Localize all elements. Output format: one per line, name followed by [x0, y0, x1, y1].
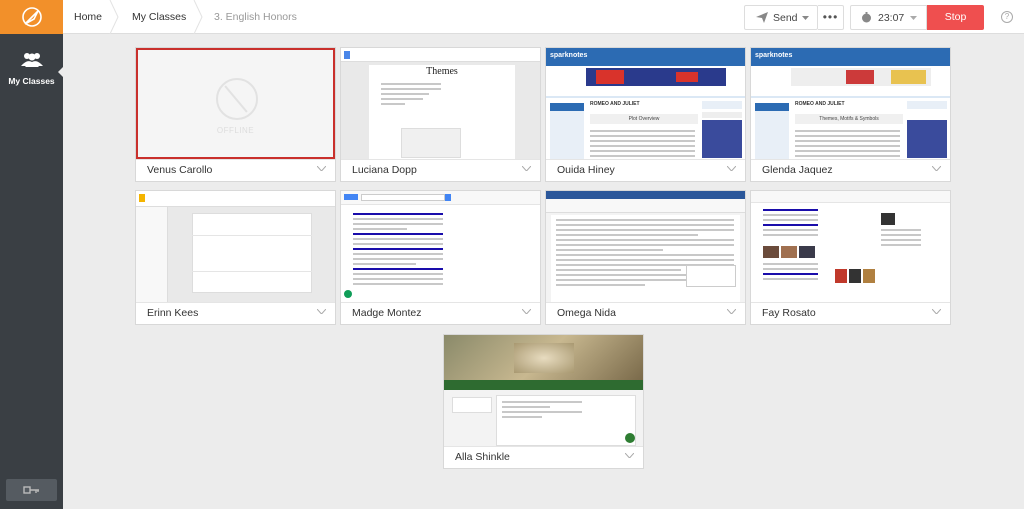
- app-logo[interactable]: [0, 0, 63, 34]
- site-logo: sparknotes: [755, 52, 793, 59]
- breadcrumb-current-class: 3. English Honors: [214, 11, 297, 23]
- timer-icon: [862, 12, 871, 23]
- chevron-down-icon[interactable]: [932, 166, 941, 171]
- offline-status: OFFLINE: [216, 126, 255, 135]
- help-icon[interactable]: ?: [1001, 11, 1013, 23]
- student-tile[interactable]: Erinn Kees: [135, 190, 336, 325]
- page-subtitle: Themes, Motifs & Symbols: [795, 114, 903, 124]
- send-label: Send: [773, 11, 798, 24]
- student-name: Alla Shinkle: [455, 451, 510, 463]
- chevron-down-icon[interactable]: [727, 309, 736, 314]
- chevron-down-icon[interactable]: [317, 166, 326, 171]
- student-screen[interactable]: sparknotes ROMEO AND JULIET Plot Overvie…: [546, 48, 745, 159]
- student-screen[interactable]: OFFLINE: [136, 48, 335, 159]
- student-name: Luciana Dopp: [352, 164, 417, 176]
- student-name-row: Erinn Kees: [136, 302, 335, 324]
- student-screen[interactable]: [136, 191, 335, 302]
- active-indicator: [58, 67, 63, 77]
- student-screen[interactable]: [444, 335, 643, 446]
- student-tile[interactable]: sparknotes ROMEO AND JULIET Plot Overvie…: [545, 47, 746, 182]
- chevron-down-icon[interactable]: [727, 166, 736, 171]
- site-logo: sparknotes: [550, 52, 588, 59]
- compass-logo-icon: [21, 7, 42, 27]
- student-name: Fay Rosato: [762, 307, 816, 319]
- student-screen[interactable]: sparknotes ROMEO AND JULIET Themes, Moti…: [751, 48, 950, 159]
- collapse-button[interactable]: [6, 479, 57, 501]
- doc-title: Themes: [426, 66, 458, 77]
- sidebar-item-my-classes[interactable]: My Classes: [0, 52, 63, 102]
- student-name: Omega Nida: [557, 307, 616, 319]
- chevron-down-icon: [910, 15, 918, 20]
- student-name-row: Ouida Hiney: [546, 159, 745, 181]
- student-name-row: Omega Nida: [546, 302, 745, 324]
- breadcrumb-home[interactable]: Home: [74, 0, 102, 34]
- docs-icon: [344, 51, 350, 59]
- slides-icon: [139, 194, 145, 202]
- student-screen[interactable]: [341, 191, 540, 302]
- timer-value: 23:07: [878, 11, 905, 24]
- chevron-down-icon[interactable]: [522, 309, 531, 314]
- student-tile[interactable]: Alla Shinkle: [443, 334, 644, 469]
- search-logo: [344, 194, 358, 200]
- student-screen[interactable]: Themes: [341, 48, 540, 159]
- student-name-row: Luciana Dopp: [341, 159, 540, 181]
- student-name-row: Madge Montez: [341, 302, 540, 324]
- student-tile[interactable]: sparknotes ROMEO AND JULIET Themes, Moti…: [750, 47, 951, 182]
- paper-plane-icon: [756, 12, 768, 23]
- student-name-row: Alla Shinkle: [444, 446, 643, 468]
- chevron-down-icon[interactable]: [317, 309, 326, 314]
- chevron-down-icon: [801, 15, 809, 20]
- chevron-down-icon[interactable]: [932, 309, 941, 314]
- timer-button[interactable]: 23:07: [850, 5, 927, 30]
- student-name: Venus Carollo: [147, 164, 213, 176]
- student-tile[interactable]: Omega Nida: [545, 190, 746, 325]
- student-tile[interactable]: Themes Luciana Dopp: [340, 47, 541, 182]
- top-bar: Home My Classes 3. English Honors Send •…: [63, 0, 1024, 34]
- breadcrumb-my-classes[interactable]: My Classes: [132, 0, 186, 34]
- sidebar-item-label: My Classes: [8, 76, 55, 86]
- student-tile[interactable]: Madge Montez: [340, 190, 541, 325]
- page-title: ROMEO AND JULIET: [795, 101, 845, 107]
- key-icon: [22, 486, 39, 494]
- chevron-down-icon[interactable]: [625, 453, 634, 458]
- page-title: ROMEO AND JULIET: [590, 101, 640, 107]
- student-name: Ouida Hiney: [557, 164, 615, 176]
- offline-placeholder: OFFLINE: [138, 50, 333, 157]
- page-subtitle: Plot Overview: [590, 114, 698, 124]
- student-name-row: Glenda Jaquez: [751, 159, 950, 181]
- student-screen[interactable]: [546, 191, 745, 302]
- sidebar: My Classes: [0, 0, 63, 509]
- student-screen[interactable]: [751, 191, 950, 302]
- chevron-down-icon[interactable]: [522, 166, 531, 171]
- student-name: Erinn Kees: [147, 307, 199, 319]
- more-options-button[interactable]: •••: [818, 5, 844, 30]
- student-tile[interactable]: OFFLINE Venus Carollo: [135, 47, 336, 182]
- stop-button[interactable]: Stop: [927, 5, 984, 30]
- student-name-row: Venus Carollo: [136, 159, 335, 181]
- users-icon: [20, 53, 43, 67]
- breadcrumb-separator-icon: [193, 0, 203, 34]
- student-name-row: Fay Rosato: [751, 302, 950, 324]
- student-tile[interactable]: Fay Rosato: [750, 190, 951, 325]
- send-button[interactable]: Send: [744, 5, 818, 30]
- student-name: Madge Montez: [352, 307, 422, 319]
- student-name: Glenda Jaquez: [762, 164, 833, 176]
- breadcrumb-separator-icon: [109, 0, 119, 34]
